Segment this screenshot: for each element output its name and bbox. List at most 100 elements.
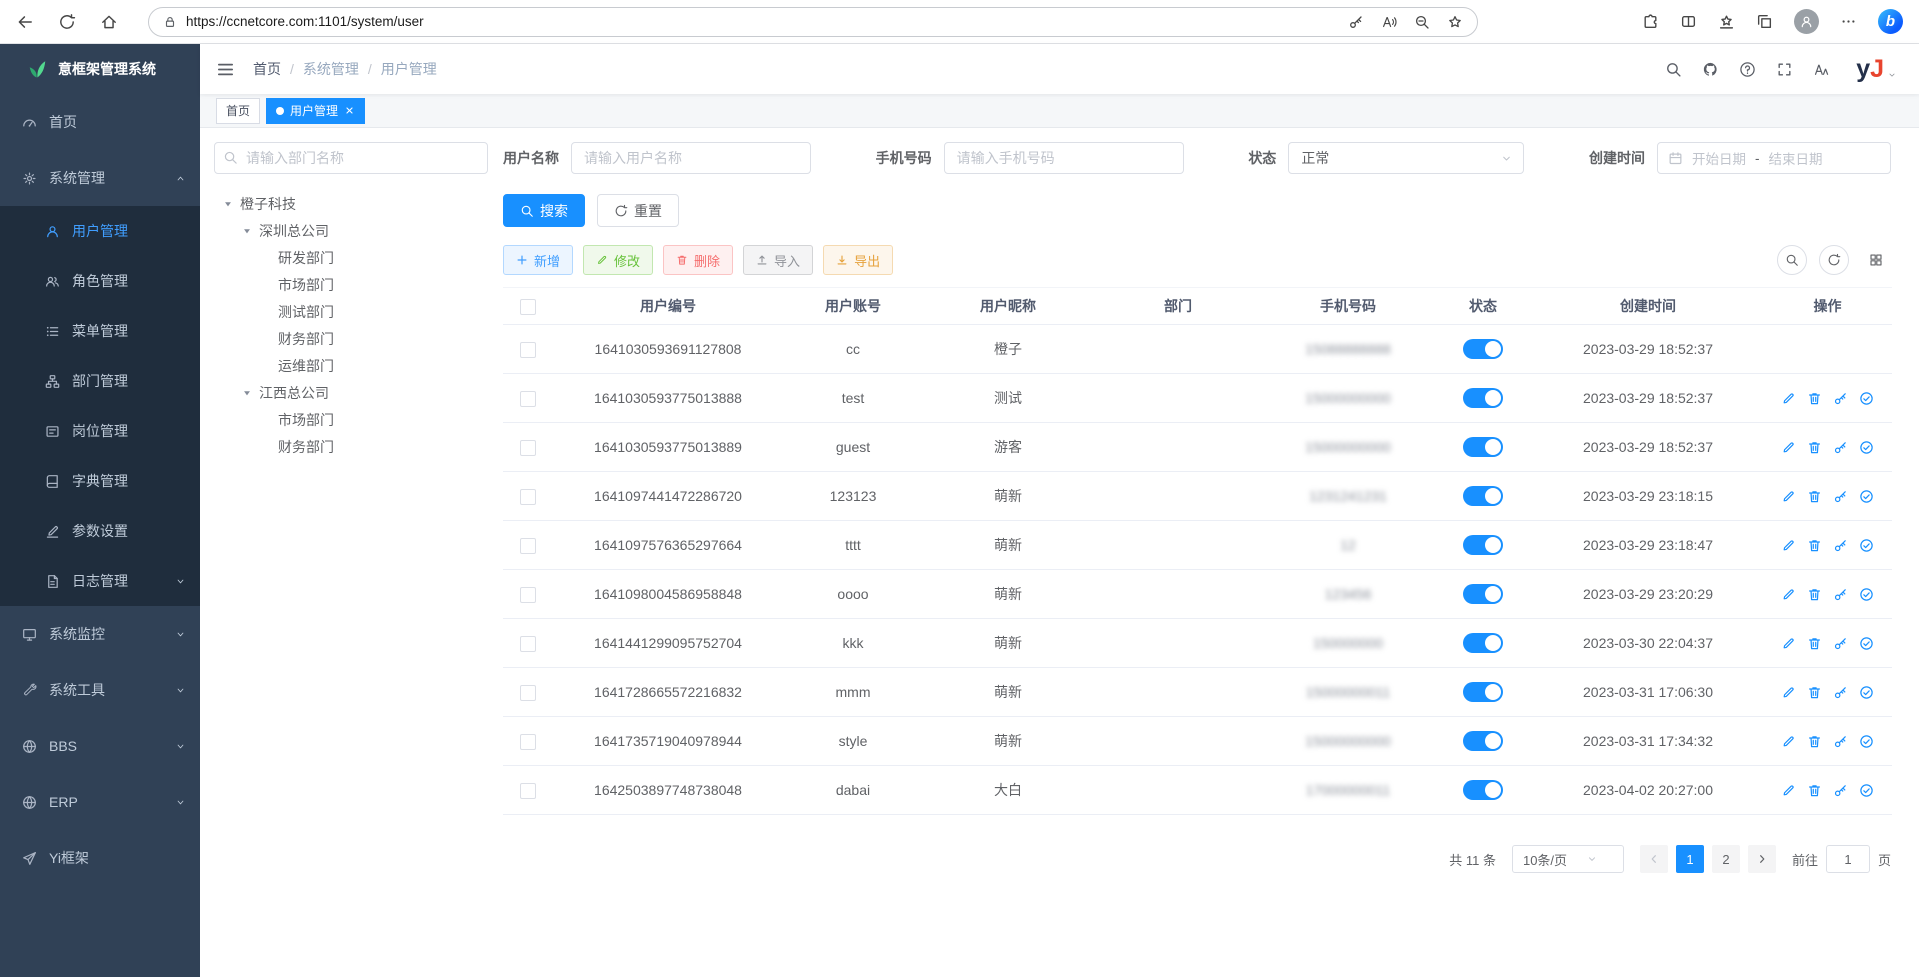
sidebar-item-log-management[interactable]: 日志管理 (0, 556, 200, 606)
tree-node[interactable]: 深圳总公司 (214, 217, 488, 244)
close-icon[interactable] (344, 105, 355, 116)
status-toggle[interactable] (1463, 584, 1503, 604)
tree-node[interactable]: 市场部门 (214, 271, 488, 298)
edit-row-icon[interactable] (1781, 587, 1796, 602)
sidebar-item-dict-management[interactable]: 字典管理 (0, 456, 200, 506)
fullscreen-icon[interactable] (1776, 61, 1793, 78)
delete-row-icon[interactable] (1807, 440, 1822, 455)
reset-password-icon[interactable] (1833, 636, 1848, 651)
sidebar-item-system-management[interactable]: 系统管理 (0, 150, 200, 206)
status-toggle[interactable] (1463, 535, 1503, 555)
reset-password-icon[interactable] (1833, 489, 1848, 504)
edit-row-icon[interactable] (1781, 538, 1796, 553)
site-info-icon[interactable] (163, 15, 177, 29)
status-select[interactable]: 正常 (1288, 142, 1524, 174)
delete-button[interactable]: 删除 (663, 245, 733, 275)
modify-button[interactable]: 修改 (583, 245, 653, 275)
delete-row-icon[interactable] (1807, 636, 1822, 651)
assign-role-icon[interactable] (1859, 440, 1874, 455)
status-toggle[interactable] (1463, 486, 1503, 506)
caret-down-icon[interactable] (241, 387, 253, 399)
page-button-2[interactable]: 2 (1712, 845, 1740, 873)
tree-node[interactable]: 财务部门 (214, 433, 488, 460)
delete-row-icon[interactable] (1807, 489, 1822, 504)
reset-password-icon[interactable] (1833, 587, 1848, 602)
read-aloud-icon[interactable] (1381, 14, 1397, 30)
split-screen-icon[interactable] (1680, 13, 1697, 30)
caret-down-icon[interactable] (222, 198, 234, 210)
add-button[interactable]: 新增 (503, 245, 573, 275)
status-toggle[interactable] (1463, 633, 1503, 653)
tree-node[interactable]: 市场部门 (214, 406, 488, 433)
delete-row-icon[interactable] (1807, 685, 1822, 700)
next-page-button[interactable] (1748, 845, 1776, 873)
edit-row-icon[interactable] (1781, 440, 1796, 455)
edit-row-icon[interactable] (1781, 783, 1796, 798)
row-checkbox[interactable] (520, 538, 536, 554)
status-toggle[interactable] (1463, 388, 1503, 408)
favorites-icon[interactable] (1718, 13, 1735, 30)
reset-password-icon[interactable] (1833, 538, 1848, 553)
goto-page-input[interactable] (1826, 845, 1870, 873)
assign-role-icon[interactable] (1859, 489, 1874, 504)
row-checkbox[interactable] (520, 587, 536, 603)
import-button[interactable]: 导入 (743, 245, 813, 275)
sidebar-item-role-management[interactable]: 角色管理 (0, 256, 200, 306)
sidebar-item-user-management[interactable]: 用户管理 (0, 206, 200, 256)
row-checkbox[interactable] (520, 489, 536, 505)
user-menu[interactable]: yJ (1856, 57, 1897, 82)
page-button-1[interactable]: 1 (1676, 845, 1704, 873)
assign-role-icon[interactable] (1859, 636, 1874, 651)
zoom-icon[interactable] (1414, 14, 1430, 30)
column-settings-button[interactable] (1861, 245, 1891, 275)
status-toggle[interactable] (1463, 780, 1503, 800)
help-icon[interactable] (1739, 61, 1756, 78)
phone-input[interactable] (944, 142, 1184, 174)
assign-role-icon[interactable] (1859, 391, 1874, 406)
sidebar-item-erp[interactable]: ERP (0, 774, 200, 830)
menu-fold-icon[interactable] (216, 60, 235, 79)
tree-node[interactable]: 测试部门 (214, 298, 488, 325)
header-search-icon[interactable] (1665, 61, 1682, 78)
delete-row-icon[interactable] (1807, 783, 1822, 798)
favorite-star-icon[interactable] (1447, 14, 1463, 30)
sidebar-item-yi-framework[interactable]: Yi框架 (0, 830, 200, 886)
refresh-table-button[interactable] (1819, 245, 1849, 275)
assign-role-icon[interactable] (1859, 685, 1874, 700)
prev-page-button[interactable] (1640, 845, 1668, 873)
row-checkbox[interactable] (520, 685, 536, 701)
row-checkbox[interactable] (520, 342, 536, 358)
status-toggle[interactable] (1463, 682, 1503, 702)
browser-home-icon[interactable] (100, 13, 118, 31)
row-checkbox[interactable] (520, 734, 536, 750)
reset-password-icon[interactable] (1833, 391, 1848, 406)
address-bar[interactable]: https://ccnetcore.com:1101/system/user (148, 7, 1478, 37)
github-icon[interactable] (1702, 61, 1719, 78)
reset-password-icon[interactable] (1833, 440, 1848, 455)
status-toggle[interactable] (1463, 437, 1503, 457)
sidebar-item-menu-management[interactable]: 菜单管理 (0, 306, 200, 356)
delete-row-icon[interactable] (1807, 391, 1822, 406)
browser-back-icon[interactable] (16, 13, 34, 31)
assign-role-icon[interactable] (1859, 734, 1874, 749)
tab-0[interactable]: 首页 (216, 98, 260, 124)
browser-profile-avatar[interactable] (1794, 9, 1819, 34)
sidebar-item-param-settings[interactable]: 参数设置 (0, 506, 200, 556)
delete-row-icon[interactable] (1807, 538, 1822, 553)
breadcrumb-item[interactable]: 系统管理 (303, 59, 359, 79)
edit-row-icon[interactable] (1781, 685, 1796, 700)
assign-role-icon[interactable] (1859, 587, 1874, 602)
tree-node[interactable]: 运维部门 (214, 352, 488, 379)
edit-row-icon[interactable] (1781, 489, 1796, 504)
tab-1[interactable]: 用户管理 (266, 98, 365, 124)
reset-password-icon[interactable] (1833, 685, 1848, 700)
page-size-select[interactable]: 10条/页 (1512, 845, 1624, 873)
department-search-input[interactable] (214, 142, 488, 174)
caret-down-icon[interactable] (241, 225, 253, 237)
password-manager-icon[interactable] (1348, 14, 1364, 30)
delete-row-icon[interactable] (1807, 734, 1822, 749)
browser-refresh-icon[interactable] (58, 13, 76, 31)
assign-role-icon[interactable] (1859, 538, 1874, 553)
tree-node[interactable]: 研发部门 (214, 244, 488, 271)
font-size-icon[interactable] (1813, 61, 1830, 78)
